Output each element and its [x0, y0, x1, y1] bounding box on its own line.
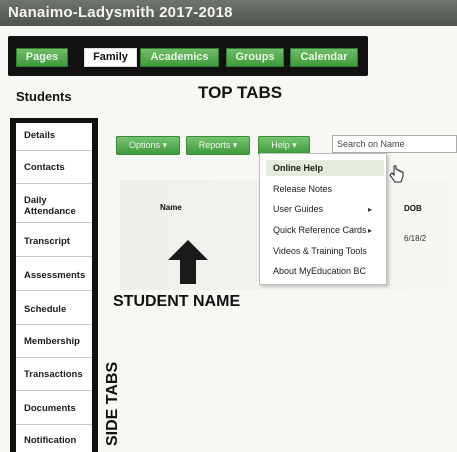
column-header-dob[interactable]: DOB: [404, 204, 422, 213]
side-tab-documents[interactable]: Documents: [24, 403, 94, 414]
menu-item-videos-training-tools[interactable]: Videos & Training Tools: [273, 246, 367, 256]
side-tab-details[interactable]: Details: [24, 130, 94, 141]
top-tabs-annotation: TOP TABS: [198, 83, 283, 102]
tab-groups[interactable]: Groups: [226, 48, 284, 67]
student-name-annotation: STUDENT NAME: [113, 293, 241, 310]
search-input[interactable]: Search on Name: [332, 135, 457, 153]
side-tab-schedule[interactable]: Schedule: [24, 304, 94, 315]
tab-pages[interactable]: Pages: [16, 48, 68, 67]
tab-academics[interactable]: Academics: [140, 48, 219, 67]
submenu-arrow-icon: ▸: [368, 226, 373, 235]
window-title: Nanaimo-Ladysmith 2017-2018: [8, 4, 233, 21]
menu-item-release-notes[interactable]: Release Notes: [273, 184, 332, 194]
options-button[interactable]: Options ▾: [116, 136, 180, 155]
students-heading: Students: [16, 89, 72, 104]
up-arrow-icon: [168, 240, 208, 284]
column-header-name[interactable]: Name: [160, 203, 182, 212]
menu-item-about-myeducation-bc[interactable]: About MyEducation BC: [273, 266, 366, 276]
side-tab-transactions[interactable]: Transactions: [24, 369, 94, 380]
reports-button[interactable]: Reports ▾: [186, 136, 250, 155]
search-placeholder: Search on Name: [337, 139, 405, 149]
side-tabs-annotation: SIDE TABS: [104, 361, 121, 446]
divider: [16, 424, 92, 425]
side-tab-transcript[interactable]: Transcript: [24, 236, 94, 247]
tab-family[interactable]: Family: [84, 48, 137, 67]
side-tab-membership[interactable]: Membership: [24, 336, 94, 347]
divider: [16, 222, 92, 223]
menu-item-user-guides[interactable]: User Guides: [273, 204, 323, 214]
divider: [16, 390, 92, 391]
divider: [16, 183, 92, 184]
side-tab-contacts[interactable]: Contacts: [24, 162, 94, 173]
dob-cell: 6/18/2: [404, 234, 427, 243]
hand-cursor-icon: [389, 165, 404, 183]
divider: [16, 150, 92, 151]
divider: [16, 357, 92, 358]
side-tab-notification[interactable]: Notification: [24, 435, 94, 446]
divider: [16, 256, 92, 257]
submenu-arrow-icon: ▸: [368, 205, 373, 214]
tab-calendar[interactable]: Calendar: [290, 48, 358, 67]
window-title-bar: Nanaimo-Ladysmith 2017-2018: [0, 0, 457, 26]
divider: [16, 324, 92, 325]
side-tab-assessments[interactable]: Assessments: [24, 270, 94, 281]
side-tab-daily-attendance[interactable]: Daily Attendance: [24, 195, 76, 217]
divider: [16, 290, 92, 291]
menu-item-online-help[interactable]: Online Help: [273, 163, 323, 173]
menu-item-quick-reference-cards[interactable]: Quick Reference Cards: [273, 225, 367, 235]
